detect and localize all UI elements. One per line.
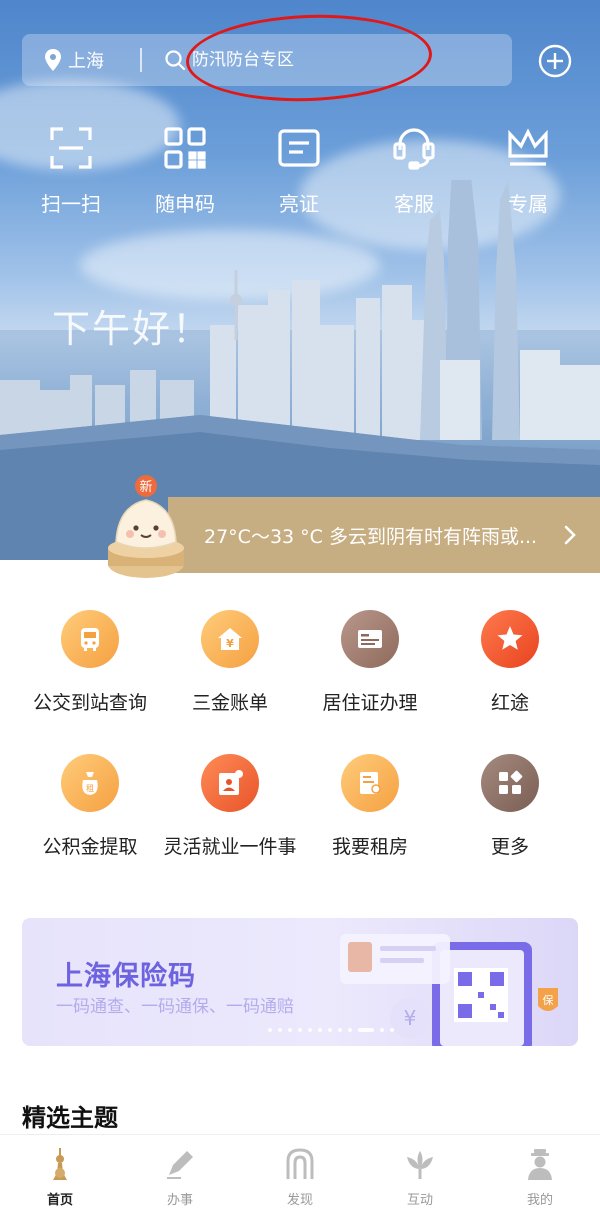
- location-pin-icon: [45, 49, 61, 71]
- service-icon-bg: 租: [61, 754, 119, 812]
- carousel-dot: [380, 1028, 384, 1032]
- annotation-red-ellipse: [184, 10, 434, 106]
- tab-interact[interactable]: 互动: [360, 1147, 480, 1208]
- tab-home[interactable]: 首页: [0, 1147, 120, 1208]
- person-icon: [528, 1149, 552, 1180]
- qr-code-icon: [164, 127, 206, 169]
- quick-action-id[interactable]: 亮证: [249, 126, 349, 217]
- service-more[interactable]: 更多: [435, 754, 585, 859]
- carousel-indicator: [268, 1028, 394, 1032]
- service-flexible-employment[interactable]: 灵活就业一件事: [155, 754, 305, 859]
- location-label: 上海: [68, 51, 104, 72]
- gate-icon: [286, 1148, 314, 1179]
- residence-card-icon: [358, 630, 382, 648]
- tab-discover[interactable]: 发现: [240, 1147, 360, 1208]
- carousel-dot: [278, 1028, 282, 1032]
- search-icon: [165, 50, 186, 71]
- service-label: 灵活就业一件事: [163, 836, 297, 858]
- carousel-dot: [338, 1028, 342, 1032]
- employment-icon: [219, 770, 243, 795]
- tab-label: 办事: [166, 1193, 193, 1208]
- banner-subtitle: 一码通查、一码通保、一码通赔: [56, 997, 294, 1017]
- service-label: 居住证办理: [322, 692, 418, 714]
- greeting-text: 下午好！: [52, 307, 213, 351]
- insurance-badge: 保: [543, 993, 554, 1007]
- money-bag-icon: 租: [82, 772, 98, 795]
- service-icon-bg: [481, 754, 539, 812]
- add-circle-icon[interactable]: [538, 44, 572, 78]
- quick-action-label: 随申码: [155, 192, 215, 216]
- home-tower-icon: [53, 1148, 67, 1180]
- service-icon-bg: ¥: [201, 610, 259, 668]
- quick-action-label: 扫一扫: [41, 192, 101, 216]
- weather-bar[interactable]: 27°C～33 °C 多云到阴有时有阵雨或...: [168, 497, 600, 573]
- service-provident-fund[interactable]: 租 公积金提取: [15, 754, 165, 859]
- service-label: 公积金提取: [42, 836, 138, 858]
- carousel-dot-active: [358, 1028, 374, 1032]
- id-card-icon: [278, 129, 320, 167]
- carousel-dot: [328, 1028, 332, 1032]
- weather-text: 27°C～33 °C 多云到阴有时有阵雨或...: [204, 525, 538, 548]
- location-selector[interactable]: 上海: [22, 47, 140, 73]
- service-icon-bg: [61, 610, 119, 668]
- tab-label: 互动: [406, 1193, 433, 1208]
- service-three-funds[interactable]: ¥ 三金账单: [155, 610, 305, 715]
- service-rent-house[interactable]: 我要租房: [295, 754, 445, 859]
- quick-action-scan[interactable]: 扫一扫: [21, 126, 121, 217]
- service-label: 更多: [490, 836, 529, 858]
- service-label: 三金账单: [191, 692, 268, 714]
- carousel-dot: [288, 1028, 292, 1032]
- chevron-right-icon: [564, 525, 576, 545]
- tab-mine[interactable]: 我的: [480, 1147, 600, 1208]
- insurance-code-banner[interactable]: 上海保险码 一码通查、一码通保、一码通赔 ¥ 保: [22, 918, 578, 1046]
- quick-action-service[interactable]: 客服: [364, 126, 464, 217]
- carousel-dot: [348, 1028, 352, 1032]
- section-title: 精选主题: [22, 1104, 118, 1132]
- carousel-dot: [308, 1028, 312, 1032]
- quick-action-label: 专属: [508, 192, 548, 216]
- headset-icon: [393, 128, 435, 170]
- service-residence-permit[interactable]: 居住证办理: [295, 610, 445, 715]
- tab-label: 我的: [526, 1193, 553, 1208]
- more-grid-icon: [499, 770, 523, 794]
- svg-text:¥: ¥: [226, 637, 234, 650]
- svg-text:租: 租: [86, 784, 94, 793]
- carousel-dot: [318, 1028, 322, 1032]
- banner-title: 上海保险码: [56, 961, 196, 992]
- service-label: 我要租房: [331, 836, 408, 858]
- service-icon-bg: [341, 754, 399, 812]
- service-label: 公交到站查询: [32, 692, 147, 714]
- hero-banner: 上海 扫一扫 随申码: [0, 0, 600, 560]
- red-star-icon: [497, 626, 523, 650]
- quick-action-qr-code[interactable]: 随申码: [135, 126, 235, 217]
- quick-action-exclusive[interactable]: 专属: [478, 126, 578, 217]
- house-yen-icon: ¥: [218, 628, 242, 650]
- carousel-dot: [268, 1028, 272, 1032]
- search-divider: [140, 48, 142, 72]
- service-red-route[interactable]: 红途: [435, 610, 585, 715]
- tab-services[interactable]: 办事: [120, 1147, 240, 1208]
- service-icon-bg: [201, 754, 259, 812]
- quick-actions: 扫一扫 随申码 亮证 客服 专属: [0, 126, 600, 226]
- bus-icon: [81, 628, 99, 651]
- carousel-dot: [390, 1028, 394, 1032]
- tab-label: 发现: [286, 1193, 313, 1208]
- service-label: 红途: [490, 692, 529, 714]
- carousel-dot: [298, 1028, 302, 1032]
- scan-icon: [50, 127, 92, 169]
- pen-icon: [167, 1151, 193, 1179]
- crown-icon: [508, 128, 548, 166]
- service-bus-query[interactable]: 公交到站查询: [15, 610, 165, 715]
- rent-doc-icon: [360, 772, 381, 794]
- svg-text:¥: ¥: [404, 1006, 417, 1030]
- quick-action-label: 亮证: [279, 192, 319, 216]
- service-icon-bg: [341, 610, 399, 668]
- service-icon-bg: [481, 610, 539, 668]
- flower-icon: [407, 1151, 433, 1179]
- dumpling-mascot-icon[interactable]: 新: [104, 472, 188, 582]
- tab-label: 首页: [46, 1193, 73, 1208]
- mascot-badge: 新: [139, 479, 152, 495]
- bottom-tab-bar: 首页 办事 发现 互动 我的: [0, 1134, 600, 1222]
- quick-action-label: 客服: [394, 192, 434, 216]
